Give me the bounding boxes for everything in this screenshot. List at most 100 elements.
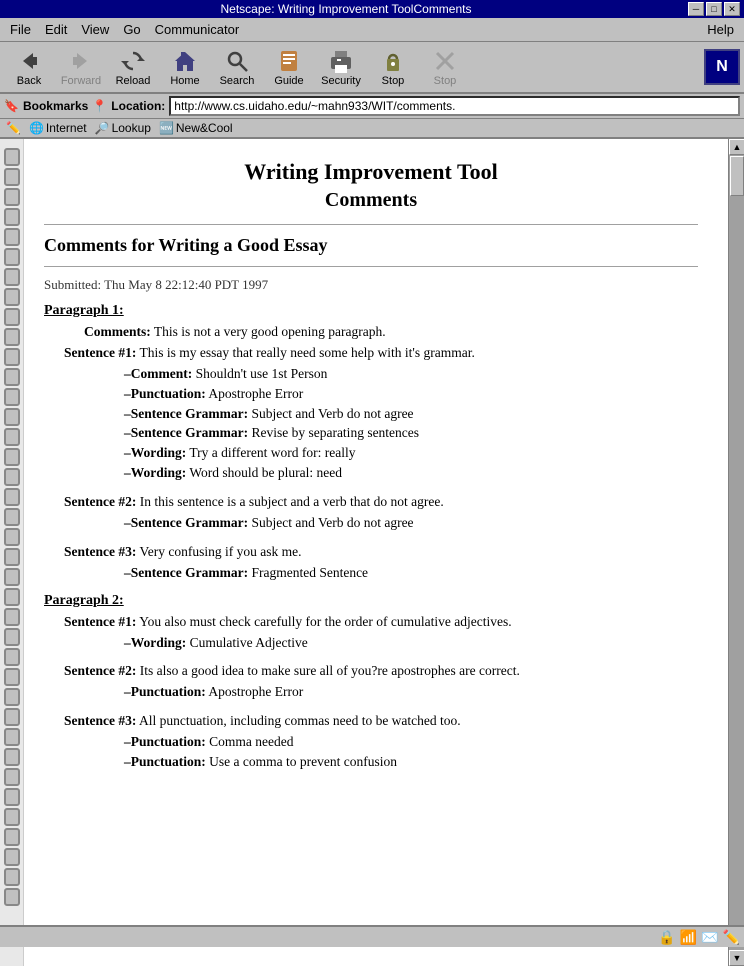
stop-button[interactable]: Stop <box>420 45 470 89</box>
paragraph-1-sentence-1-subcomment-1: –Comment: Shouldn't use 1st Person <box>124 365 698 384</box>
spiral-ring <box>4 748 20 766</box>
spiral-ring <box>4 348 20 366</box>
paragraphs-container: Paragraph 1: Comments: This is not a very… <box>44 303 698 772</box>
scroll-track[interactable] <box>729 155 744 950</box>
paragraph-1-sentence-1-subcomment-2: –Punctuation: Apostrophe Error <box>124 385 698 404</box>
spiral-ring <box>4 668 20 686</box>
spiral-ring <box>4 488 20 506</box>
paragraph-2-sentence-3-text: Sentence #3: All punctuation, including … <box>64 712 698 731</box>
reload-label: Reload <box>116 75 151 87</box>
back-label: Back <box>17 75 41 87</box>
newcool-link[interactable]: 🆕 New&Cool <box>159 121 233 135</box>
reload-icon <box>119 47 147 75</box>
spiral-ring <box>4 828 20 846</box>
paragraph-1-sentence-1-text: Sentence #1: This is my essay that reall… <box>64 344 698 363</box>
spiral-ring <box>4 648 20 666</box>
search-button[interactable]: Search <box>212 45 262 89</box>
spiral-ring <box>4 768 20 786</box>
spiral-ring <box>4 208 20 226</box>
paragraph-2-sentence-1-subcomment-1: –Wording: Cumulative Adjective <box>124 634 698 653</box>
menu-bar: File Edit View Go Communicator Help <box>0 18 744 42</box>
guide-button[interactable]: Guide <box>264 45 314 89</box>
spiral-ring <box>4 268 20 286</box>
submitted-text: Submitted: Thu May 8 22:12:40 PDT 1997 <box>44 277 698 293</box>
spiral-ring <box>4 848 20 866</box>
scroll-up-button[interactable]: ▲ <box>729 139 744 155</box>
section-divider <box>44 266 698 267</box>
newcool-icon: 🆕 <box>159 121 174 135</box>
paragraph-2: Paragraph 2: Sentence #1: You also must c… <box>44 593 698 772</box>
home-icon <box>171 47 199 75</box>
personal-toolbar: ✏️ 🌐 Internet 🔎 Lookup 🆕 New&Cool <box>0 119 744 139</box>
section-title: Comments for Writing a Good Essay <box>44 235 698 256</box>
lookup-icon: 🔎 <box>95 121 110 135</box>
spiral-ring <box>4 688 20 706</box>
menu-edit[interactable]: Edit <box>39 20 73 39</box>
menu-file[interactable]: File <box>4 20 37 39</box>
security-label: Stop <box>382 75 405 87</box>
paragraph-1-sentence-1-subcomment-5: –Wording: Try a different word for: real… <box>124 444 698 463</box>
paragraph-1-sentence-2: Sentence #2: In this sentence is a subje… <box>64 493 698 533</box>
menu-help[interactable]: Help <box>701 20 740 39</box>
paragraph-2-sentence-3-subcomment-2: –Punctuation: Use a comma to prevent con… <box>124 753 698 772</box>
url-input[interactable] <box>169 96 740 116</box>
menu-items: File Edit View Go Communicator <box>4 20 245 39</box>
paragraph-2-sentence-2-subcomment-1: –Punctuation: Apostrophe Error <box>124 683 698 702</box>
spiral-ring <box>4 168 20 186</box>
spiral-ring <box>4 188 20 206</box>
paragraph-2-heading: Paragraph 2: <box>44 593 698 609</box>
spiral-ring <box>4 368 20 386</box>
paragraph-2-sentence-1-text: Sentence #1: You also must check careful… <box>64 613 698 632</box>
paragraph-1-sentence-3-text: Sentence #3: Very confusing if you ask m… <box>64 543 698 562</box>
minimize-button[interactable]: ─ <box>688 2 704 16</box>
toolbar: Back Forward Reload Home <box>0 42 744 94</box>
title-bar-right-controls[interactable]: ─ □ ✕ <box>688 2 740 16</box>
paragraph-1-sentence-1-subcomment-3: –Sentence Grammar: Subject and Verb do n… <box>124 405 698 424</box>
print-icon <box>327 47 355 75</box>
paragraph-1-heading: Paragraph 1: <box>44 303 698 319</box>
guide-icon <box>275 47 303 75</box>
home-button[interactable]: Home <box>160 45 210 89</box>
paragraph-1-sentence-1: Sentence #1: This is my essay that reall… <box>64 344 698 483</box>
menu-go[interactable]: Go <box>117 20 146 39</box>
spiral-ring <box>4 888 20 906</box>
spiral-ring <box>4 788 20 806</box>
paragraph-2-sentence-2-text: Sentence #2: Its also a good idea to mak… <box>64 662 698 681</box>
guide-label: Guide <box>274 75 303 87</box>
spiral-ring <box>4 708 20 726</box>
forward-button[interactable]: Forward <box>56 45 106 89</box>
stop-label: Stop <box>434 75 457 87</box>
spiral-ring <box>4 228 20 246</box>
maximize-button[interactable]: □ <box>706 2 722 16</box>
scrollbar[interactable]: ▲ ▼ <box>728 139 744 966</box>
spiral-ring <box>4 808 20 826</box>
internet-link[interactable]: 🌐 Internet <box>29 121 87 135</box>
home-label: Home <box>170 75 199 87</box>
close-button[interactable]: ✕ <box>724 2 740 16</box>
paragraph-1-sentence-1-subcomment-6: –Wording: Word should be plural: need <box>124 464 698 483</box>
print-button[interactable]: Security <box>316 45 366 89</box>
paragraph-1-sentence-2-text: Sentence #2: In this sentence is a subje… <box>64 493 698 512</box>
spiral-ring <box>4 468 20 486</box>
security-icon <box>379 47 407 75</box>
title-divider <box>44 224 698 225</box>
forward-icon <box>67 47 95 75</box>
reload-button[interactable]: Reload <box>108 45 158 89</box>
scroll-thumb[interactable] <box>730 156 744 196</box>
paragraph-1: Paragraph 1: Comments: This is not a very… <box>44 303 698 583</box>
paragraph-1-sentence-3-subcomment-1: –Sentence Grammar: Fragmented Sentence <box>124 564 698 583</box>
spiral-ring <box>4 628 20 646</box>
menu-view[interactable]: View <box>75 20 115 39</box>
spiral-ring <box>4 388 20 406</box>
paragraph-1-comment-1: Comments: This is not a very good openin… <box>84 323 698 342</box>
forward-label: Forward <box>61 75 101 87</box>
back-button[interactable]: Back <box>4 45 54 89</box>
paragraph-2-sentence-2: Sentence #2: Its also a good idea to mak… <box>64 662 698 702</box>
spiral-ring <box>4 608 20 626</box>
lookup-link[interactable]: 🔎 Lookup <box>95 121 151 135</box>
security-button[interactable]: Stop <box>368 45 418 89</box>
spiral-ring <box>4 308 20 326</box>
spiral-ring <box>4 868 20 886</box>
scroll-down-button[interactable]: ▼ <box>729 950 744 966</box>
menu-communicator[interactable]: Communicator <box>149 20 246 39</box>
